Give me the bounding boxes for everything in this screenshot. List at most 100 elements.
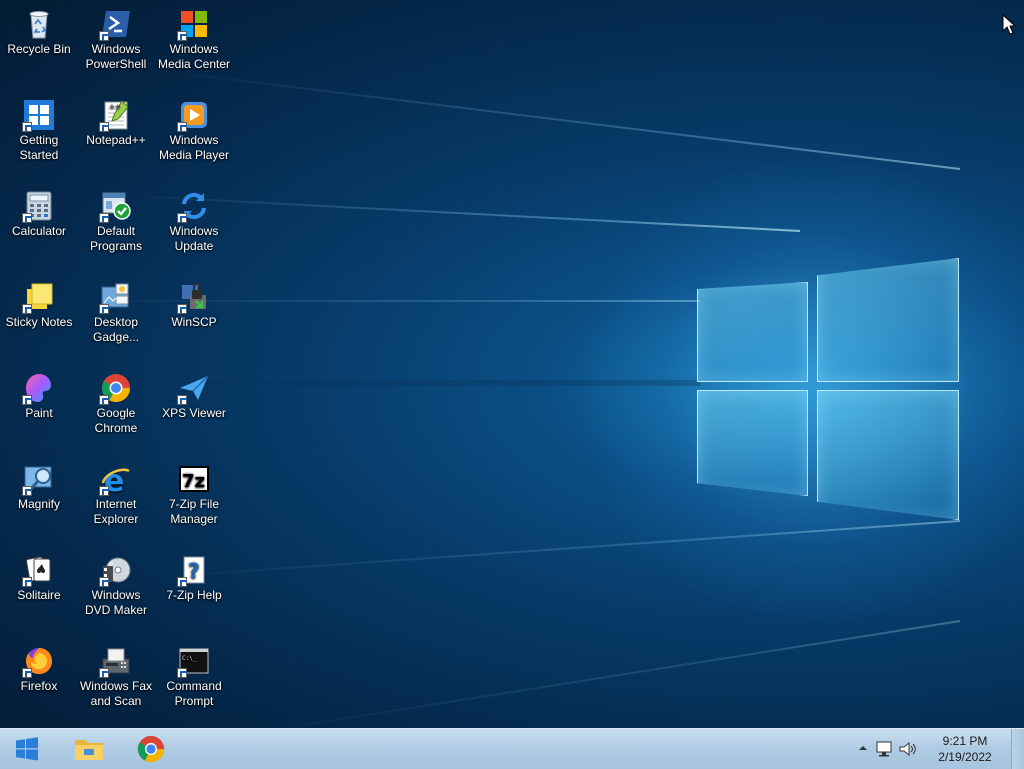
volume-icon[interactable] — [898, 740, 918, 758]
icon-label: Default Programs — [89, 224, 142, 253]
shortcut-arrow-icon — [177, 31, 187, 41]
desktop-icon-sticky-notes[interactable]: Sticky Notes — [1, 273, 77, 357]
start-button[interactable] — [0, 729, 54, 769]
icon-label: WinSCP — [171, 315, 217, 329]
calculator-icon — [22, 190, 55, 223]
xps-viewer-icon — [177, 372, 210, 405]
icon-label: Getting Started — [19, 133, 59, 162]
icon-label: XPS Viewer — [162, 406, 226, 420]
windows-logo-pane — [697, 390, 808, 496]
icon-label: Windows PowerShell — [85, 42, 147, 71]
icon-label: Calculator — [11, 224, 67, 238]
icon-label: Paint — [25, 406, 53, 420]
mouse-cursor-icon — [1002, 14, 1016, 35]
icon-label: 7-Zip Help — [166, 588, 222, 602]
internet-explorer-icon: e — [99, 463, 132, 496]
icon-label: Firefox — [20, 679, 58, 693]
shortcut-arrow-icon — [177, 304, 187, 314]
shortcut-arrow-icon — [177, 122, 187, 132]
icon-label: Command Prompt — [166, 679, 222, 708]
desktop-icon-command-prompt[interactable]: C:\_ Command Prompt — [156, 637, 232, 721]
windows-logo-icon — [16, 737, 38, 761]
desktop-icon-notepadpp[interactable]: ++ Notepad++ — [78, 91, 154, 175]
shortcut-arrow-icon — [99, 395, 109, 405]
shortcut-arrow-icon — [22, 577, 32, 587]
desktop-icon-media-player[interactable]: Windows Media Player — [156, 91, 232, 175]
chrome-icon — [137, 735, 165, 763]
icon-label: Solitaire — [17, 588, 61, 602]
icon-label: Notepad++ — [86, 133, 146, 147]
chevron-up-icon[interactable] — [858, 744, 868, 752]
icon-label: Google Chrome — [94, 406, 138, 435]
desktop-icon-media-center[interactable]: Windows Media Center — [156, 0, 232, 84]
folder-icon — [75, 740, 103, 760]
desktop-icon-dvd-maker[interactable]: Windows DVD Maker — [78, 546, 154, 630]
network-icon[interactable] — [874, 740, 894, 758]
windows-logo-pane — [697, 282, 808, 382]
recycle-bin-icon — [23, 8, 55, 40]
desktop-icon-paint[interactable]: Paint — [1, 364, 77, 448]
desktop-icon-fax-scan[interactable]: Windows Fax and Scan — [78, 637, 154, 721]
system-tray: 9:21 PM 2/19/2022 — [854, 729, 1024, 769]
desktop-icon-desktop-gadgets[interactable]: Desktop Gadge... — [78, 273, 154, 357]
desktop-icon-solitaire[interactable]: Solitaire — [1, 546, 77, 630]
fax-scan-icon — [99, 645, 132, 678]
desktop-icon-internet-explorer[interactable]: e Internet Explorer — [78, 455, 154, 539]
desktop-icon-google-chrome[interactable]: Google Chrome — [78, 364, 154, 448]
show-desktop-button[interactable] — [1011, 729, 1024, 769]
shortcut-arrow-icon — [22, 122, 32, 132]
shortcut-arrow-icon — [99, 213, 109, 223]
light-beam — [155, 69, 961, 170]
svg-text:7z: 7z — [182, 471, 205, 492]
shortcut-arrow-icon — [177, 668, 187, 678]
sticky-notes-icon — [22, 281, 55, 314]
shortcut-arrow-icon — [22, 213, 32, 223]
taskbar-google-chrome[interactable] — [128, 729, 174, 769]
desktop-icon-getting-started[interactable]: Getting Started — [1, 91, 77, 175]
desktop-icon-windows-update[interactable]: Windows Update — [156, 182, 232, 266]
notepadpp-icon: ++ — [99, 99, 132, 132]
shortcut-arrow-icon — [22, 304, 32, 314]
desktop-icon-powershell[interactable]: Windows PowerShell — [78, 0, 154, 84]
icon-label: Internet Explorer — [93, 497, 139, 526]
desktop-icon-xps-viewer[interactable]: XPS Viewer — [156, 364, 232, 448]
shortcut-arrow-icon — [22, 486, 32, 496]
shortcut-arrow-icon — [99, 304, 109, 314]
solitaire-icon — [22, 554, 55, 587]
media-player-icon — [177, 99, 210, 132]
desktop-icon-magnify[interactable]: Magnify — [1, 455, 77, 539]
desktop-icon-7zip[interactable]: 7z 7-Zip File Manager — [156, 455, 232, 539]
command-prompt-icon: C:\_ — [177, 645, 210, 678]
clock[interactable]: 9:21 PM 2/19/2022 — [930, 733, 1000, 765]
powershell-icon — [99, 8, 132, 41]
icon-label: Windows Update — [169, 224, 219, 253]
clock-time: 9:21 PM — [942, 734, 988, 748]
magnify-icon — [22, 463, 55, 496]
windows-logo-pane — [817, 390, 959, 520]
shortcut-arrow-icon — [99, 486, 109, 496]
desktop-icon-default-programs[interactable]: Default Programs — [78, 182, 154, 266]
icon-label: Windows Fax and Scan — [79, 679, 153, 708]
svg-text:?: ? — [188, 559, 200, 583]
getting-started-icon — [22, 99, 55, 132]
shortcut-arrow-icon — [22, 668, 32, 678]
taskbar: 9:21 PM 2/19/2022 — [0, 728, 1024, 769]
paint-icon — [22, 372, 55, 405]
taskbar-file-explorer[interactable] — [66, 729, 112, 769]
desktop-icon-calculator[interactable]: Calculator — [1, 182, 77, 266]
desktop-icon-recycle-bin[interactable]: Recycle Bin — [1, 0, 77, 84]
shortcut-arrow-icon — [99, 668, 109, 678]
light-beam — [228, 620, 961, 728]
chrome-icon — [99, 372, 132, 405]
desktop-icon-7zip-help[interactable]: ? 7-Zip Help — [156, 546, 232, 630]
desktop[interactable]: Recycle Bin Getting Started Calculator S… — [0, 0, 1024, 728]
help-icon: ? — [177, 554, 210, 587]
media-center-icon — [177, 8, 210, 41]
icon-label: Recycle Bin — [7, 42, 71, 56]
desktop-icon-winscp[interactable]: WinSCP — [156, 273, 232, 357]
icon-label: Desktop Gadge... — [92, 315, 140, 344]
desktop-gadgets-icon — [99, 281, 132, 314]
shortcut-arrow-icon — [177, 577, 187, 587]
icon-label: Windows DVD Maker — [84, 588, 147, 617]
desktop-icon-firefox[interactable]: Firefox — [1, 637, 77, 721]
